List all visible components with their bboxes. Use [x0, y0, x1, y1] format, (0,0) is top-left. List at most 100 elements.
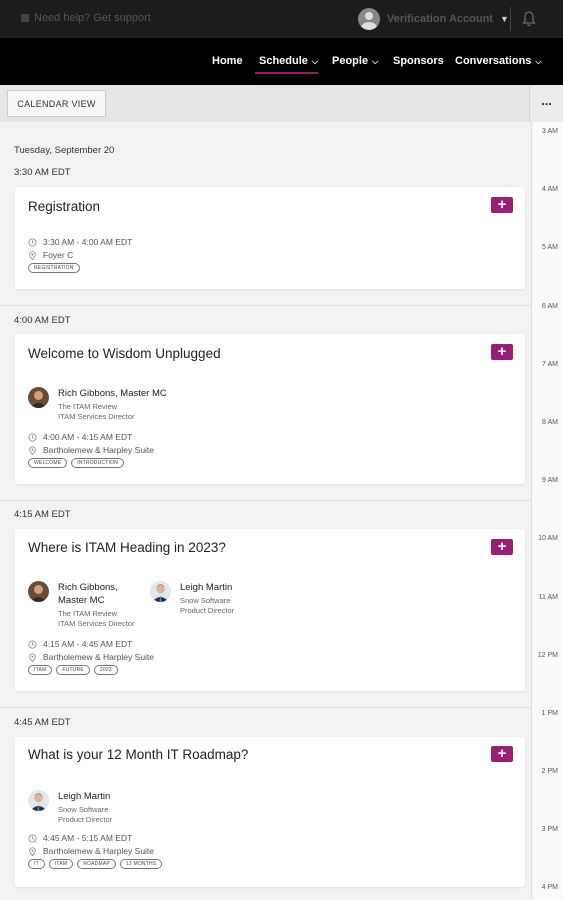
session-card[interactable]: Welcome to Wisdom Unplugged + Rich Gibbo… [15, 334, 525, 484]
session-time: 4:45 AM - 5:15 AM EDT [28, 833, 132, 843]
nav-home[interactable]: Home [212, 55, 243, 67]
nav-sponsors[interactable]: Sponsors [393, 55, 444, 67]
speaker[interactable]: Rich Gibbons, Master MC The ITAM Review … [28, 384, 228, 424]
calendar-view-button[interactable]: CALENDAR VIEW [7, 90, 106, 117]
add-to-schedule-button[interactable]: + [491, 539, 513, 555]
clock-icon [28, 833, 37, 843]
session-card[interactable]: Registration + 3:30 AM - 4:00 AM EDT Foy… [15, 187, 525, 289]
session-time-text: 3:30 AM - 4:00 AM EDT [43, 237, 133, 247]
nav-home-label: Home [212, 55, 243, 67]
speaker-avatar [28, 790, 49, 811]
nav-schedule[interactable]: Schedule ⌵ [259, 55, 318, 67]
session-card[interactable]: Where is ITAM Heading in 2023? + Rich Gi… [15, 529, 525, 691]
session-card[interactable]: What is your 12 Month IT Roadmap? + Leig… [15, 737, 525, 887]
date-header: Tuesday, September 20 [14, 145, 115, 156]
bell-icon[interactable] [522, 11, 536, 27]
speaker-name: Leigh Martin [58, 791, 111, 802]
speaker-name: Leigh Martin [180, 582, 233, 593]
tag-list: WELCOME INTRODUCTION [28, 458, 124, 468]
session-location: Bartholemew & Harpley Suite [28, 445, 154, 455]
time-slot-header: 4:00 AM EDT [14, 315, 71, 326]
top-bar: Need help? Get support Verification Acco… [0, 0, 563, 38]
time-slot-header: 4:45 AM EDT [14, 717, 71, 728]
tag[interactable]: WELCOME [28, 458, 68, 468]
session-location: Bartholemew & Harpley Suite [28, 846, 154, 856]
hour-label: 4 PM [541, 884, 558, 891]
location-pin-icon [29, 652, 36, 662]
location-pin-icon [29, 445, 36, 455]
hour-label: 11 AM [538, 594, 558, 601]
hour-label: 3 AM [542, 128, 558, 135]
clock-icon [28, 432, 37, 442]
speaker-company: Snow Software [58, 805, 109, 814]
help-text: Need help? Get support [34, 12, 151, 24]
main-nav: Home Schedule ⌵ People ⌵ Sponsors Conversa… [0, 38, 563, 85]
session-title[interactable]: What is your 12 Month IT Roadmap? [28, 747, 248, 762]
speaker-company: The ITAM Review [58, 609, 118, 618]
hour-label: 8 AM [542, 419, 558, 426]
nav-conversations-label: Conversations [455, 55, 532, 67]
hour-label: 2 PM [541, 768, 558, 775]
nav-conversations[interactable]: Conversations ⌵ [455, 55, 542, 67]
session-title[interactable]: Welcome to Wisdom Unplugged [28, 346, 221, 361]
divider [0, 500, 531, 501]
divider [0, 305, 531, 306]
nav-people-label: People [332, 55, 369, 67]
speaker-avatar [150, 581, 171, 602]
nav-schedule-label: Schedule [259, 55, 308, 67]
chevron-down-icon: ⌵ [311, 57, 318, 66]
nav-people[interactable]: People ⌵ [332, 55, 378, 67]
session-title[interactable]: Registration [28, 199, 100, 214]
session-time: 4:00 AM - 4:15 AM EDT [28, 432, 132, 442]
chevron-down-icon: ▼ [499, 14, 509, 24]
more-options-button[interactable]: ... [529, 85, 563, 122]
tag[interactable]: 12 MONTHS [119, 859, 163, 869]
tag-list: REGISTRATION [28, 263, 80, 273]
tag-list: ITAM FUTURE 2023 [28, 665, 118, 675]
help-link[interactable]: Need help? Get support [21, 12, 151, 24]
account-menu[interactable]: Verification Account ▼ [358, 7, 509, 31]
tag[interactable]: ITAM [48, 859, 74, 869]
hour-timeline: 3 AM 4 AM 5 AM 6 AM 7 AM 8 AM 9 AM 10 AM… [531, 122, 563, 900]
session-location-text: Bartholemew & Harpley Suite [43, 846, 155, 856]
location-pin-icon [29, 250, 36, 260]
tag[interactable]: REGISTRATION [28, 263, 80, 273]
time-slot-header: 3:30 AM EDT [14, 167, 71, 178]
tag[interactable]: IT [28, 859, 45, 869]
speaker-avatar [28, 581, 49, 602]
tag[interactable]: INTRODUCTION [71, 458, 124, 468]
hour-label: 12 PM [537, 652, 558, 659]
session-location-text: Bartholemew & Harpley Suite [43, 652, 155, 662]
tag[interactable]: FUTURE [56, 665, 90, 675]
hour-label: 7 AM [542, 361, 558, 368]
speaker-name-line1: Rich Gibbons, [58, 582, 118, 593]
account-label: Verification Account [387, 13, 493, 25]
speaker-name-line2: Master MC [58, 595, 105, 606]
tag[interactable]: 2023 [93, 665, 118, 675]
hour-label: 6 AM [542, 303, 558, 310]
speaker[interactable]: Leigh Martin Snow Software Product Direc… [28, 787, 228, 827]
add-to-schedule-button[interactable]: + [491, 746, 513, 762]
speaker-company: Snow Software [180, 596, 231, 605]
session-location: Bartholemew & Harpley Suite [28, 652, 154, 662]
hour-label: 1 PM [541, 710, 558, 717]
speaker-role: ITAM Services Director [58, 412, 135, 421]
add-to-schedule-button[interactable]: + [491, 197, 513, 213]
hour-label: 5 AM [542, 244, 558, 251]
tag[interactable]: ITAM [28, 665, 53, 675]
session-time: 3:30 AM - 4:00 AM EDT [28, 237, 132, 247]
speaker[interactable]: Rich Gibbons, Master MC The ITAM Review … [28, 578, 153, 630]
session-time-text: 4:15 AM - 4:45 AM EDT [43, 639, 133, 649]
speaker-name: Rich Gibbons, Master MC [58, 388, 167, 399]
speaker-company: The ITAM Review [58, 402, 118, 411]
chevron-down-icon: ⌵ [535, 57, 542, 66]
session-location-text: Foyer C [43, 250, 74, 260]
divider [0, 707, 531, 708]
session-title[interactable]: Where is ITAM Heading in 2023? [28, 540, 226, 555]
divider [510, 7, 511, 31]
hour-label: 10 AM [538, 535, 558, 542]
add-to-schedule-button[interactable]: + [491, 344, 513, 360]
tag[interactable]: ROADMAP [77, 859, 116, 869]
session-time-text: 4:45 AM - 5:15 AM EDT [43, 833, 133, 843]
speaker[interactable]: Leigh Martin Snow Software Product Direc… [150, 578, 290, 618]
